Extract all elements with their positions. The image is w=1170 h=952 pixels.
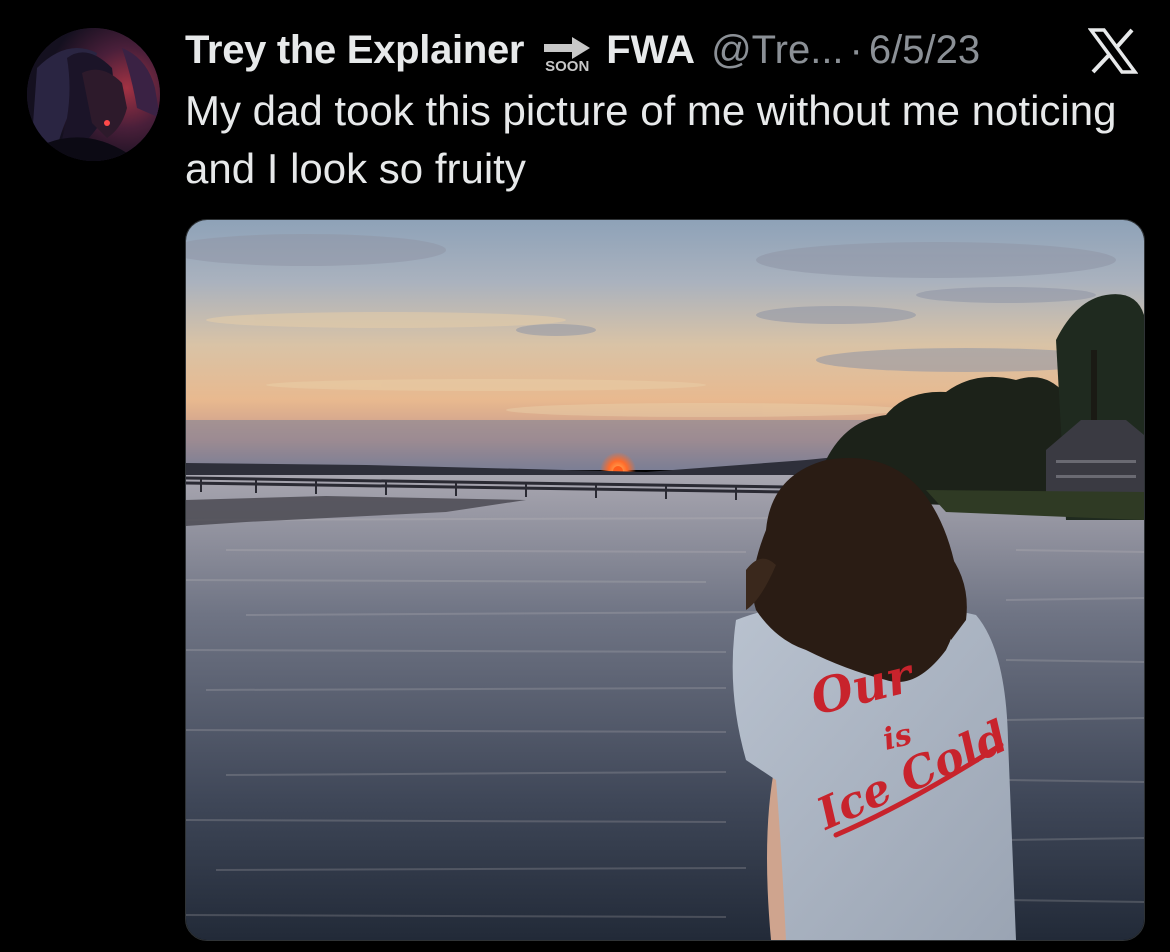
arrow-right-icon [544,36,591,59]
sunset-lake-photo: Our is Ice Cold [186,220,1144,940]
avatar-image [27,28,160,161]
avatar[interactable] [27,28,160,161]
tweet-photo[interactable]: Our is Ice Cold [185,219,1145,941]
tweet-header: Trey the Explainer SOON FWA @Tre... · 6/… [185,22,980,78]
tweet-date[interactable]: 6/5/23 [869,28,980,73]
author-handle[interactable]: @Tre... [711,28,843,73]
tweet-text: My dad took this picture of me without m… [185,87,1117,192]
x-logo-icon[interactable] [1088,28,1138,74]
soon-emoji-text: SOON [545,57,590,75]
author-name-suffix[interactable]: FWA [606,28,695,73]
author-display-name[interactable]: Trey the Explainer [185,28,525,73]
tweet: Trey the Explainer SOON FWA @Tre... · 6/… [0,0,1170,952]
soon-arrow-icon: SOON [538,29,596,79]
header-separator: · [849,27,863,72]
